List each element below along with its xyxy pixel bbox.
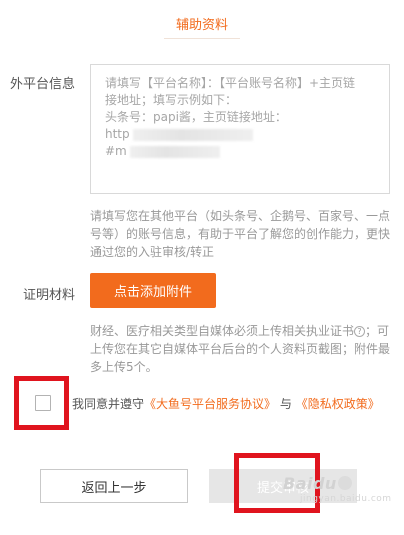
watermark-brand: Baidu [283, 474, 337, 493]
blurred-redaction [132, 128, 253, 141]
proof-help-text-a: 财经、医疗相关类型自媒体必须上传相关执业证书 [90, 324, 355, 338]
add-attachment-button[interactable]: 点击添加附件 [90, 273, 216, 308]
privacy-policy-link[interactable]: 《隐私权政策》 [296, 397, 380, 411]
placeholder-link-text: http [105, 127, 130, 141]
placeholder-tag-text: #m [105, 144, 127, 158]
agreement-prefix: 我同意并遵守 [72, 397, 145, 411]
baidu-watermark: Baidu [283, 474, 353, 493]
paw-icon [337, 476, 352, 490]
tab-label: 辅助资料 [175, 17, 228, 33]
watermark-sub: jingyan.baidu.com [300, 494, 392, 504]
agreement-conjunction: 与 [279, 397, 292, 411]
placeholder-line-link: http [105, 126, 375, 143]
placeholder-line: 请填写【平台名称】：【平台账号名称】+主页链 [105, 76, 356, 90]
tab-underline [164, 38, 240, 39]
placeholder-line: 头条号：papi酱，主页链接地址： [105, 110, 287, 124]
proof-material-help: 财经、医疗相关类型自媒体必须上传相关执业证书? ；可上传您在其它自媒体平台后台的个… [90, 322, 395, 376]
other-platform-label: 外平台信息 [10, 77, 76, 92]
agreement-text: 我同意并遵守《大鱼号平台服务协议》 与 《隐私权政策》 [72, 395, 380, 412]
other-platform-help: 请填写您在其他平台（如头条号、企鹅号、百家号、一点号等）的账号信息，有助于平台了… [90, 209, 391, 259]
tab-auxiliary-info[interactable]: 辅助资料 [164, 8, 240, 39]
question-circle-icon[interactable]: ? [354, 326, 366, 337]
placeholder-line-tag: #m [105, 143, 375, 160]
other-platform-textarea[interactable]: 请填写【平台名称】：【平台账号名称】+主页链 接地址；填写示例如下： 头条号：p… [90, 64, 390, 194]
checkbox-highlight-box [14, 376, 69, 430]
blurred-redaction [129, 145, 220, 158]
proof-material-label: 证明材料 [23, 288, 76, 303]
back-button[interactable]: 返回上一步 [40, 469, 188, 503]
placeholder-line: 接地址；填写示例如下： [105, 93, 238, 107]
service-agreement-link[interactable]: 《大鱼号平台服务协议》 [144, 397, 276, 411]
